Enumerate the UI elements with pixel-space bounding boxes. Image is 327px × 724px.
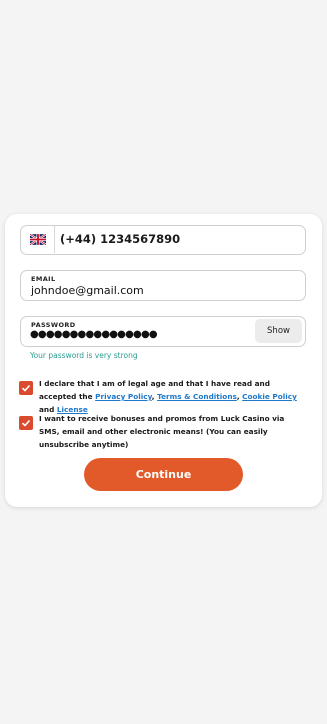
phone-input[interactable]: (+44) 1234567890 [60,232,180,246]
promos-checkbox[interactable] [19,416,33,430]
cookie-policy-link[interactable]: Cookie Policy [242,392,297,401]
email-input[interactable]: johndoe@gmail.com [31,284,144,297]
country-selector[interactable] [21,226,55,253]
password-label: PASSWORD [31,321,76,329]
promos-consent-text: I want to receive bonuses and promos fro… [39,414,285,449]
registration-card: (+44) 1234567890 EMAIL johndoe@gmail.com… [5,214,322,507]
privacy-policy-link[interactable]: Privacy Policy [95,392,152,401]
show-password-button[interactable]: Show [255,319,302,343]
checkmark-icon [21,384,31,392]
email-field[interactable]: EMAIL johndoe@gmail.com [20,270,306,301]
terms-conditions-link[interactable]: Terms & Conditions [157,392,237,401]
uk-flag-icon [29,234,46,245]
checkmark-icon [21,419,31,427]
email-label: EMAIL [31,275,56,283]
password-input[interactable]: ●●●●●●●●●●●●●●●● [30,329,158,340]
password-field[interactable]: PASSWORD ●●●●●●●●●●●●●●●● Show [20,316,306,347]
phone-field[interactable]: (+44) 1234567890 [20,225,306,255]
terms-checkbox[interactable] [19,381,33,395]
terms-consent-text: I declare that I am of legal age and tha… [39,379,297,414]
continue-button[interactable]: Continue [84,458,243,491]
password-strength-text: Your password is very strong [30,351,138,360]
